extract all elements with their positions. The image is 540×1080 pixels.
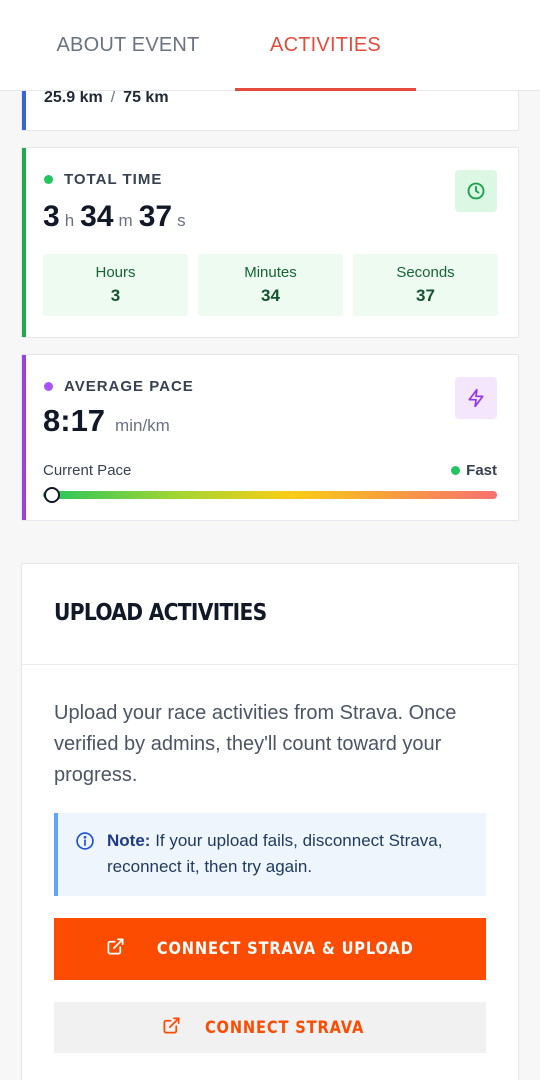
hours-box: Hours 3 [43, 254, 188, 316]
pace-number: 8:17 [43, 403, 106, 438]
note-bold: Note: [107, 831, 151, 850]
current-pace-label: Current Pace [43, 462, 132, 479]
divider [22, 664, 518, 665]
time-hours: 3 [43, 200, 60, 233]
average-pace-header: AVERAGE PACE [44, 378, 194, 395]
upload-activities-card: UPLOAD ACTIVITIES Upload your race activ… [21, 563, 519, 1080]
total-time-card: TOTAL TIME 3 h 34 m 37 s Hours 3 Minutes 34 S… [21, 147, 519, 338]
tab-activities[interactable]: ACTIVITIES [235, 0, 416, 91]
note-body: If your upload fails, disconnect Strava,… [107, 831, 443, 876]
distance-current: 25.9 km [44, 89, 103, 106]
connect-strava-label: CONNECT STRAVA [205, 1017, 365, 1038]
average-pace-value: 8:17 min/km [43, 403, 170, 439]
seconds-box: Seconds 37 [353, 254, 498, 316]
time-seconds: 37 [138, 200, 173, 233]
average-pace-label: AVERAGE PACE [64, 378, 194, 395]
connect-strava-upload-button[interactable]: CONNECT STRAVA & UPLOAD [54, 918, 486, 980]
upload-note: Note: If your upload fails, disconnect S… [54, 813, 486, 896]
status-dot [44, 382, 53, 391]
external-link-icon [106, 937, 125, 961]
total-time-label: TOTAL TIME [64, 171, 163, 188]
total-time-value: 3 h 34 m 37 s [43, 200, 192, 234]
distance-progress: 25.9 km / 75 km [44, 89, 169, 107]
external-link-icon [162, 1016, 181, 1040]
hours-label: Hours [95, 264, 136, 281]
upload-description: Upload your race activities from Strava.… [54, 702, 457, 786]
distance-goal: 75 km [123, 89, 169, 106]
active-tab-indicator [235, 88, 416, 91]
connect-strava-button[interactable]: CONNECT STRAVA [54, 1002, 486, 1053]
upload-title: UPLOAD ACTIVITIES [54, 600, 267, 626]
seconds-label: Seconds [396, 264, 455, 281]
lightning-icon [455, 377, 497, 419]
time-hours-unit: h [64, 211, 75, 230]
fast-dot [451, 466, 461, 475]
connect-strava-upload-label: CONNECT STRAVA & UPLOAD [156, 939, 414, 959]
status-dot [44, 175, 53, 184]
pace-unit: min/km [115, 416, 170, 435]
minutes-value: 34 [261, 286, 280, 305]
hours-value: 3 [110, 286, 121, 305]
average-pace-card: AVERAGE PACE 8:17 min/km Current Pace Fas… [21, 354, 519, 521]
minutes-box: Minutes 34 [198, 254, 343, 316]
fast-indicator: Fast [451, 462, 497, 479]
tab-bar: ABOUT EVENT ACTIVITIES [0, 0, 540, 91]
time-minutes: 34 [80, 200, 114, 233]
total-time-header: TOTAL TIME [44, 171, 162, 188]
time-minutes-unit: m [118, 211, 133, 230]
total-time-accent [22, 148, 26, 337]
tab-about-event[interactable]: ABOUT EVENT [22, 0, 234, 91]
fast-label: Fast [466, 462, 497, 479]
distance-separator: / [110, 89, 116, 106]
time-seconds-unit: s [177, 211, 186, 230]
info-icon [75, 831, 95, 856]
note-text: Note: If your upload fails, disconnect S… [107, 828, 477, 880]
minutes-label: Minutes [244, 264, 297, 281]
pace-gradient-bar [43, 487, 497, 503]
clock-icon [455, 170, 497, 212]
pace-marker [44, 487, 61, 503]
average-pace-accent [22, 355, 26, 520]
seconds-value: 37 [416, 286, 435, 305]
